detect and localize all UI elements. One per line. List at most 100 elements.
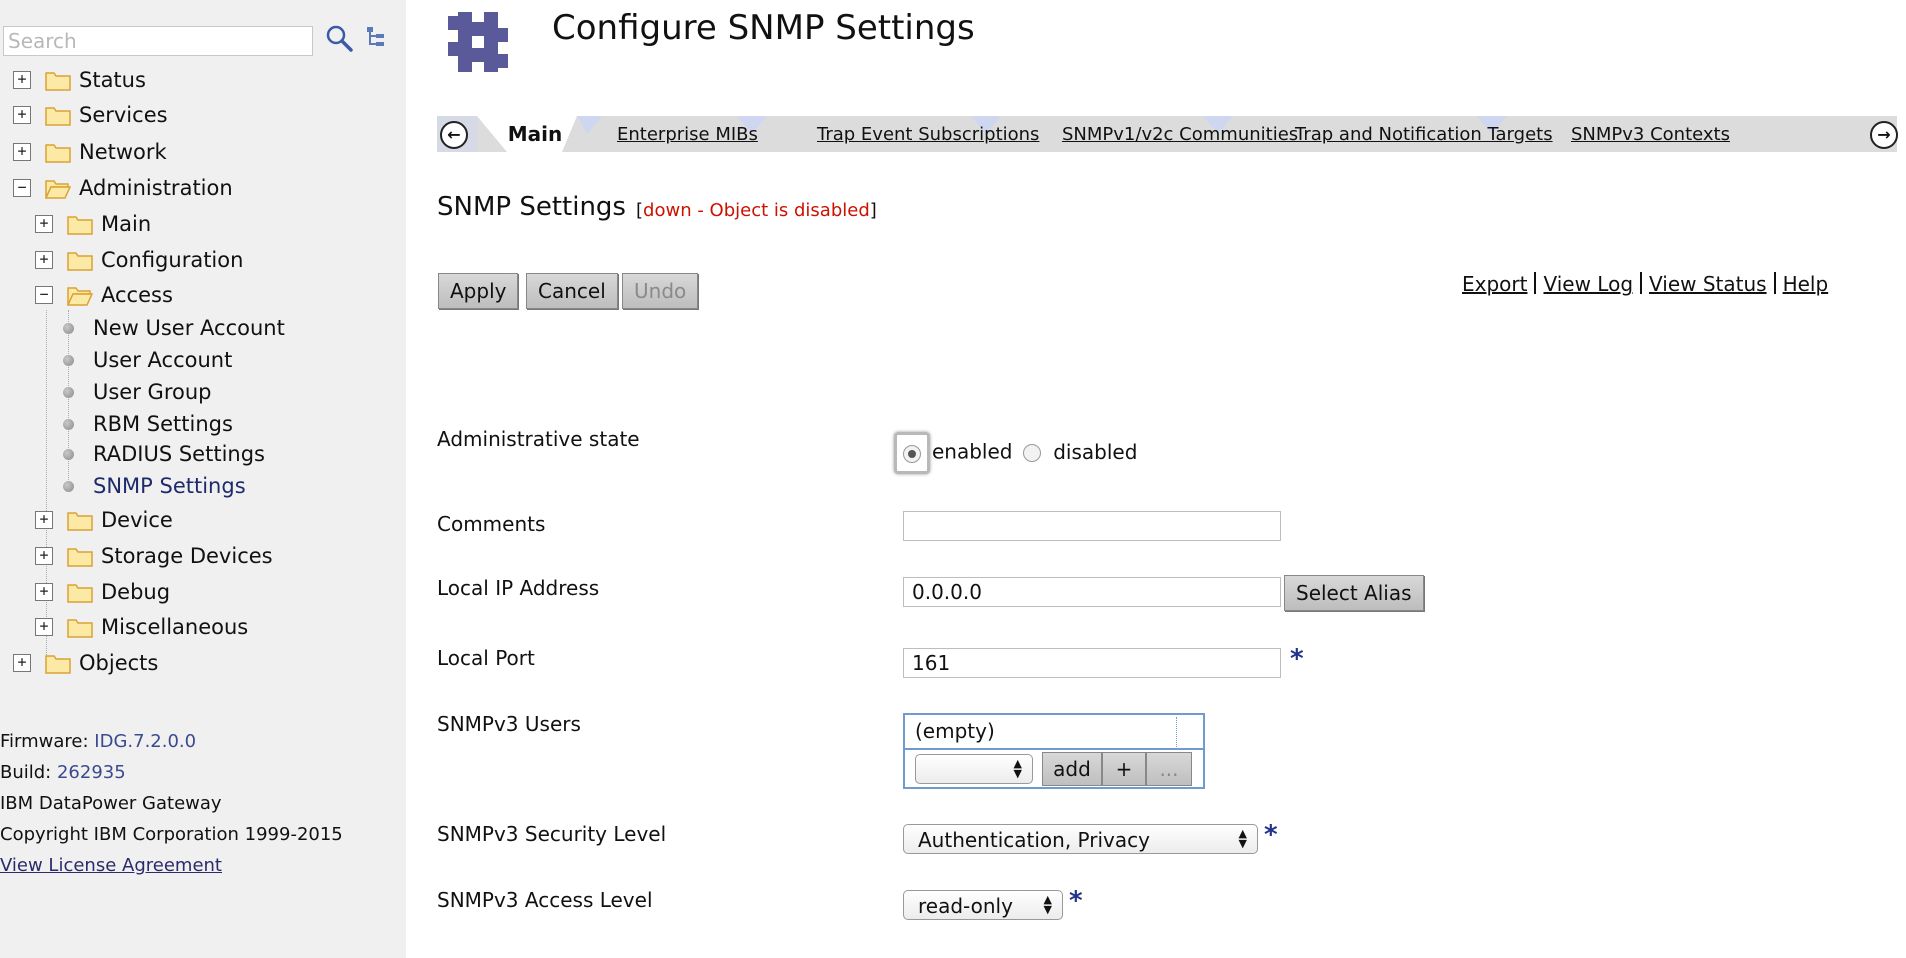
tab-label: Main [507, 122, 563, 146]
collapse-icon[interactable]: − [35, 286, 53, 304]
radio-enabled-label: enabled [932, 439, 1013, 464]
undo-button[interactable]: Undo [622, 273, 699, 309]
users-select[interactable]: ▲ ▼ [915, 754, 1033, 784]
tree-item-administration[interactable]: − Administration [13, 173, 233, 203]
folder-open-icon [45, 180, 71, 199]
tree-label: Device [101, 508, 173, 532]
tab-scroll-right-button[interactable]: → [1870, 121, 1898, 149]
expand-icon[interactable]: + [35, 547, 53, 565]
tree-item-device[interactable]: + Device [35, 505, 173, 535]
tree-item-radius-settings[interactable]: RADIUS Settings [63, 439, 265, 469]
copyright-text: Copyright IBM Corporation 1999-2015 [0, 824, 343, 845]
view-status-link[interactable]: View Status [1649, 272, 1767, 296]
expand-icon[interactable]: + [35, 215, 53, 233]
radio-enabled[interactable] [903, 445, 921, 463]
firmware-version: IDG.7.2.0.0 [94, 731, 197, 752]
tab-snmpv1-v2c-communities[interactable]: SNMPv1/v2c Communities [1062, 116, 1298, 152]
export-link[interactable]: Export [1462, 272, 1527, 296]
expand-icon[interactable]: + [35, 251, 53, 269]
tree-item-miscellaneous[interactable]: + Miscellaneous [35, 612, 248, 642]
tab-label[interactable]: Trap Event Subscriptions [817, 124, 1039, 145]
tree-item-network[interactable]: + Network [13, 137, 167, 167]
tree-item-status[interactable]: + Status [13, 65, 146, 95]
tree-item-new-user-account[interactable]: New User Account [63, 313, 285, 343]
tree-label: Network [79, 140, 167, 164]
tree-label: Status [79, 68, 146, 92]
leaf-bullet-icon [63, 480, 74, 492]
search-input[interactable] [3, 26, 313, 56]
expand-icon[interactable]: + [13, 654, 31, 672]
expand-icon[interactable]: + [35, 618, 53, 636]
view-log-link[interactable]: View Log [1543, 272, 1633, 296]
search-icon[interactable] [325, 24, 353, 52]
security-level-label: SNMPv3 Security Level [437, 822, 667, 846]
folder-icon [67, 548, 93, 567]
select-arrows-icon: ▲ ▼ [1013, 757, 1022, 780]
local-port-label: Local Port [437, 646, 535, 670]
tab-label[interactable]: SNMPv1/v2c Communities [1062, 124, 1298, 145]
leaf-bullet-icon [63, 386, 74, 398]
license-link[interactable]: View License Agreement [0, 855, 222, 876]
tab-label[interactable]: SNMPv3 Contexts [1571, 124, 1730, 145]
comments-field[interactable] [903, 511, 1281, 541]
tree-item-user-account[interactable]: User Account [63, 345, 232, 375]
tree-view-icon[interactable] [366, 26, 386, 48]
tree-item-snmp-settings[interactable]: SNMP Settings [63, 471, 246, 501]
tab-label[interactable]: Enterprise MIBs [617, 124, 758, 145]
apply-button[interactable]: Apply [438, 273, 519, 309]
admin-state-label: Administrative state [437, 427, 640, 451]
leaf-bullet-icon [63, 354, 74, 366]
new-user-button[interactable]: + [1102, 752, 1146, 786]
tree-item-user-group[interactable]: User Group [63, 377, 211, 407]
expand-icon[interactable]: + [13, 143, 31, 161]
expand-icon[interactable]: + [13, 106, 31, 124]
radio-disabled-label: disabled [1053, 439, 1138, 464]
tree-item-objects[interactable]: + Objects [13, 648, 158, 678]
tree-item-storage-devices[interactable]: + Storage Devices [35, 541, 273, 571]
comments-label: Comments [437, 512, 546, 536]
tree-item-debug[interactable]: + Debug [35, 577, 170, 607]
expand-icon[interactable]: + [35, 511, 53, 529]
arrow-right-icon: → [1877, 125, 1891, 144]
add-user-button[interactable]: add [1042, 752, 1102, 786]
tree-item-access[interactable]: − Access [35, 280, 173, 310]
tree-item-main[interactable]: + Main [35, 209, 151, 239]
users-empty-text: (empty) [915, 719, 995, 743]
tab-label[interactable]: Trap and Notification Targets [1295, 124, 1553, 145]
divider [1773, 272, 1776, 294]
leaf-bullet-icon [63, 448, 74, 460]
required-indicator: * [1264, 820, 1278, 850]
tree-item-rbm-settings[interactable]: RBM Settings [63, 409, 233, 439]
tab-scroll-left-button[interactable]: ← [440, 121, 468, 149]
tab-snmpv3-contexts[interactable]: SNMPv3 Contexts [1571, 116, 1730, 152]
tab-enterprise-mibs[interactable]: Enterprise MIBs [617, 116, 758, 152]
help-link[interactable]: Help [1783, 272, 1829, 296]
tree-label: Objects [79, 651, 159, 675]
access-level-select[interactable]: read-only ▲ ▼ [903, 890, 1063, 920]
tree-item-configuration[interactable]: + Configuration [35, 245, 243, 275]
status-text: down - Object is disabled [643, 200, 870, 221]
radio-disabled[interactable] [1022, 443, 1041, 462]
snmpv3-users-label: SNMPv3 Users [437, 712, 581, 736]
tree-item-services[interactable]: + Services [13, 100, 168, 130]
cancel-button[interactable]: Cancel [526, 273, 618, 309]
page-title: Configure SNMP Settings [552, 8, 975, 48]
tree-label: Access [101, 283, 173, 307]
tab-trap-event-subscriptions[interactable]: Trap Event Subscriptions [817, 116, 1039, 152]
tree-label: User Account [93, 348, 233, 372]
expand-icon[interactable]: + [35, 583, 53, 601]
local-ip-field[interactable] [903, 577, 1281, 607]
folder-icon [67, 252, 93, 271]
edit-user-button[interactable]: ... [1146, 752, 1192, 786]
collapse-icon[interactable]: − [13, 179, 31, 197]
expand-icon[interactable]: + [13, 71, 31, 89]
select-arrows-icon: ▲ ▼ [1238, 827, 1247, 850]
tab-main[interactable]: Main [493, 116, 577, 152]
snmpv3-users-list: (empty) ▲ ▼ add + ... [903, 713, 1205, 789]
security-level-select[interactable]: Authentication, Privacy ▲ ▼ [903, 824, 1258, 854]
select-alias-button[interactable]: Select Alias [1284, 575, 1424, 611]
required-indicator: * [1069, 886, 1083, 916]
tree-label: Administration [79, 176, 233, 200]
tab-trap-notification-targets[interactable]: Trap and Notification Targets [1295, 116, 1553, 152]
local-port-field[interactable] [903, 648, 1281, 678]
